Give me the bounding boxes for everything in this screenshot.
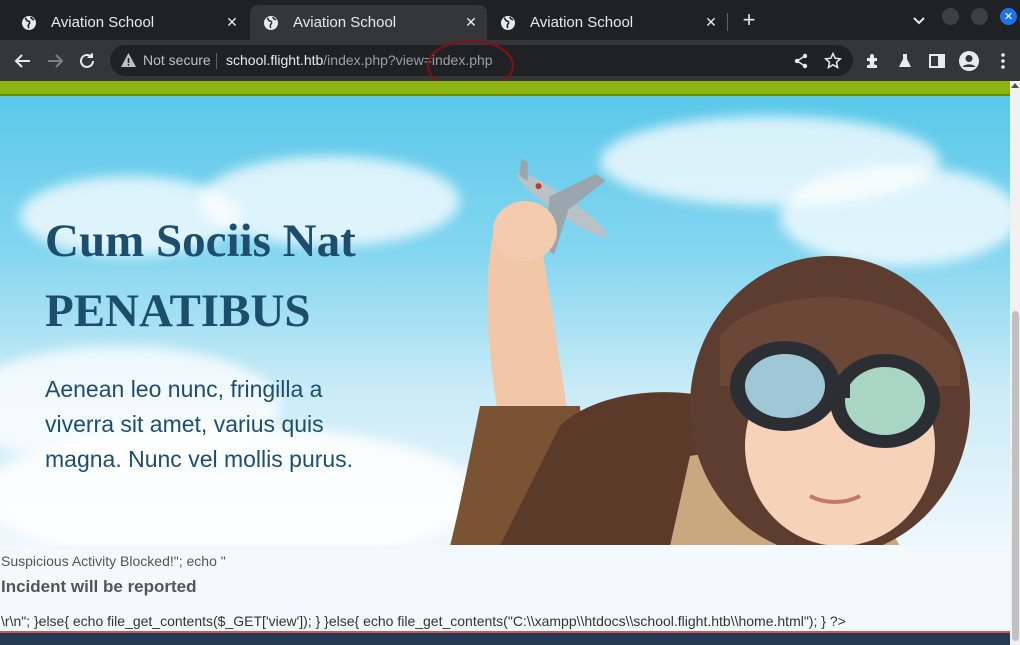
tab-search-chevron-icon[interactable] bbox=[910, 12, 928, 30]
hero-title: Cum Sociis Nat PENATIBUS bbox=[45, 206, 425, 346]
scroll-up-arrow-icon[interactable] bbox=[1011, 83, 1019, 88]
close-tab-icon[interactable]: ✕ bbox=[463, 14, 479, 30]
warning-triangle-icon[interactable] bbox=[120, 52, 137, 69]
incident-heading: Incident will be reported bbox=[1, 577, 197, 596]
reload-icon[interactable] bbox=[76, 50, 98, 72]
back-arrow-icon[interactable] bbox=[12, 50, 34, 72]
menu-kebab-icon[interactable] bbox=[992, 50, 1014, 72]
labs-flask-icon[interactable] bbox=[894, 50, 916, 72]
hero-title-line1: Cum Sociis Nat bbox=[45, 215, 356, 267]
tab-title: Aviation School bbox=[51, 14, 155, 31]
blocked-message: Suspicious Activity Blocked!"; echo " bbox=[1, 553, 226, 569]
close-tab-icon[interactable]: ✕ bbox=[703, 14, 719, 30]
tab-separator bbox=[727, 13, 728, 31]
globe-icon bbox=[263, 15, 279, 31]
tab-2[interactable]: Aviation School ✕ bbox=[250, 5, 487, 40]
web-page-content: Cum Sociis Nat PENATIBUS Aenean leo nunc… bbox=[0, 81, 1010, 645]
tab-1[interactable]: Aviation School ✕ bbox=[8, 5, 248, 40]
minimize-button[interactable] bbox=[942, 8, 959, 25]
tab-strip: Aviation School ✕ Aviation School ✕ Avia… bbox=[0, 0, 1020, 40]
side-panel-icon[interactable] bbox=[926, 50, 948, 72]
new-tab-button[interactable]: + bbox=[738, 9, 760, 32]
php-source-leak: \r\n"; }else{ echo file_get_contents($_G… bbox=[1, 613, 846, 629]
pilot-child-illustration bbox=[450, 158, 970, 545]
globe-icon bbox=[500, 15, 516, 31]
hero-banner: Cum Sociis Nat PENATIBUS Aenean leo nunc… bbox=[0, 96, 1010, 545]
tab-title: Aviation School bbox=[530, 14, 634, 31]
page-scrollbar[interactable] bbox=[1010, 81, 1020, 645]
extensions-puzzle-icon[interactable] bbox=[862, 50, 884, 72]
top-nav-bar bbox=[0, 81, 1010, 96]
hero-subtitle: Aenean leo nunc, fringilla a viverra sit… bbox=[45, 376, 354, 472]
omnibox-divider bbox=[216, 53, 217, 69]
tab-3[interactable]: Aviation School ✕ bbox=[487, 5, 727, 40]
footer-bar bbox=[0, 631, 1010, 645]
share-icon[interactable] bbox=[790, 50, 812, 72]
scroll-thumb[interactable] bbox=[1012, 311, 1019, 641]
url-host: school.flight.htb bbox=[226, 52, 324, 68]
profile-avatar-icon[interactable] bbox=[958, 50, 980, 72]
hero-title-line2: PENATIBUS bbox=[45, 285, 311, 337]
php-output-area: Suspicious Activity Blocked!"; echo " In… bbox=[0, 545, 1010, 645]
globe-icon bbox=[21, 15, 37, 31]
security-status-label[interactable]: Not secure bbox=[143, 52, 211, 68]
maximize-button[interactable] bbox=[971, 8, 988, 25]
close-tab-icon[interactable]: ✕ bbox=[224, 14, 240, 30]
bookmark-star-icon[interactable] bbox=[822, 50, 844, 72]
tab-title: Aviation School bbox=[293, 14, 397, 31]
window-close-button[interactable]: ✕ bbox=[1000, 8, 1017, 25]
forward-arrow-icon[interactable] bbox=[44, 50, 66, 72]
